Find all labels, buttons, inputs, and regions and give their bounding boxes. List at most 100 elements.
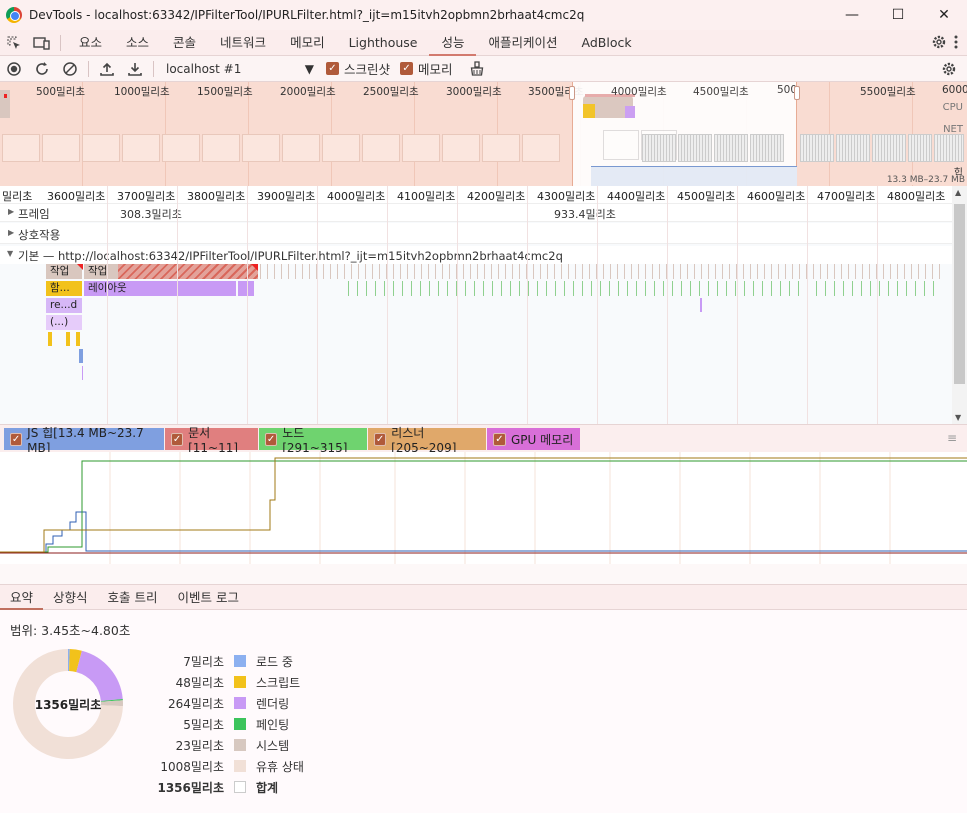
counter-gpu-memory[interactable]: ✓ GPU 메모리 <box>487 428 580 450</box>
tab-elements[interactable]: 요소 <box>67 30 114 56</box>
ruler-label: 4200밀리초 <box>467 190 526 203</box>
screenshot-thumbnail[interactable] <box>872 134 906 162</box>
clear-icon[interactable] <box>56 56 84 82</box>
screenshot-thumbnail[interactable] <box>122 134 160 162</box>
close-button[interactable]: ✕ <box>921 0 967 30</box>
expand-triangle-icon[interactable]: ▶ <box>8 228 14 237</box>
scrollbar-thumb[interactable] <box>954 204 965 384</box>
legend-value: 23밀리초 <box>175 738 224 753</box>
memory-checkbox[interactable]: ✓ 메모리 <box>400 59 453 78</box>
counter-nodes[interactable]: ✓ 노드[291~315] <box>259 426 367 455</box>
screenshot-thumbnail[interactable] <box>522 134 560 162</box>
counter-listeners[interactable]: ✓ 리스너[205~209] <box>368 426 486 455</box>
record-icon[interactable] <box>0 56 28 82</box>
capture-settings-gear-icon[interactable] <box>935 56 963 82</box>
download-profile-icon[interactable] <box>121 56 149 82</box>
screenshot-thumbnail[interactable] <box>442 134 480 162</box>
screenshot-thumbnail[interactable] <box>2 134 40 162</box>
overview-tick-label: 3000밀리초 <box>446 86 502 98</box>
screenshots-checkbox[interactable]: ✓ 스크린샷 <box>326 59 390 78</box>
render-slice[interactable] <box>82 366 83 380</box>
toolbar-divider <box>88 60 89 77</box>
tab-call-tree[interactable]: 호출 트리 <box>98 585 168 610</box>
tab-lighthouse[interactable]: Lighthouse <box>337 30 430 56</box>
screenshot-thumbnail[interactable] <box>162 134 200 162</box>
counter-js-heap[interactable]: ✓ JS 힙[13.4 MB~23.7 MB] <box>4 426 164 455</box>
maximize-button[interactable]: ☐ <box>875 0 921 30</box>
screenshot-thumbnail[interactable] <box>714 134 748 162</box>
function-call-block[interactable]: 함... <box>46 281 82 296</box>
collect-garbage-icon[interactable] <box>463 56 491 82</box>
tab-console[interactable]: 콘솔 <box>161 30 208 56</box>
screenshot-thumbnail[interactable] <box>402 134 440 162</box>
inspect-element-icon[interactable] <box>0 30 28 56</box>
legend-swatch <box>234 697 246 709</box>
main-thread-track[interactable]: ▼ 기본 — http://localhost:63342/IPFilterTo… <box>0 246 952 264</box>
script-slice[interactable] <box>66 332 70 346</box>
timeline-overview[interactable]: 500밀리초 1000밀리초 1500밀리초 2000밀리초 2500밀리초 3… <box>0 82 967 186</box>
legend-row: 7밀리초 로드 중 <box>140 651 293 671</box>
reload-record-icon[interactable] <box>28 56 56 82</box>
selection-left-handle[interactable] <box>569 86 575 100</box>
tab-bottom-up[interactable]: 상향식 <box>43 585 98 610</box>
legend-total-row: 1356밀리초 합계 <box>140 777 278 797</box>
heap-area <box>591 166 797 186</box>
tab-performance[interactable]: 성능 <box>429 30 477 56</box>
screenshot-thumbnail[interactable] <box>642 134 676 162</box>
frames-track[interactable]: ▶ 프레임 308.3밀리초 933.4밀리초 <box>0 204 952 222</box>
tab-memory[interactable]: 메모리 <box>278 30 337 56</box>
tab-adblock[interactable]: AdBlock <box>570 30 644 56</box>
legend-value: 1008밀리초 <box>160 759 224 774</box>
more-options-icon[interactable] <box>953 34 959 53</box>
screenshot-thumbnail[interactable] <box>42 134 80 162</box>
screenshot-thumbnail[interactable] <box>603 130 639 160</box>
screenshot-thumbnail[interactable] <box>836 134 870 162</box>
screenshot-thumbnail[interactable] <box>282 134 320 162</box>
layout-block[interactable] <box>238 281 254 296</box>
legend-swatch <box>234 676 246 688</box>
screenshot-thumbnail[interactable] <box>322 134 360 162</box>
recalc-style-block[interactable]: re...d <box>46 298 82 313</box>
scroll-down-arrow-icon[interactable]: ▼ <box>955 413 961 422</box>
tab-summary[interactable]: 요약 <box>0 585 44 610</box>
screenshot-thumbnail[interactable] <box>82 134 120 162</box>
task-block[interactable]: 작업 <box>84 264 118 279</box>
screenshot-thumbnail[interactable] <box>934 134 964 162</box>
scroll-up-arrow-icon[interactable]: ▲ <box>955 188 961 197</box>
interactions-track[interactable]: ▶ 상호작용 <box>0 223 952 244</box>
nodes-line <box>0 460 967 553</box>
long-task-striped[interactable] <box>118 264 258 279</box>
resize-handle-icon[interactable]: ≡ <box>947 431 957 445</box>
tracks-scrollbar[interactable]: ▲ ▼ <box>952 186 967 424</box>
minimize-button[interactable]: — <box>829 0 875 30</box>
screenshot-thumbnail[interactable] <box>750 134 784 162</box>
memory-graph[interactable] <box>0 452 967 564</box>
script-slice[interactable] <box>48 332 52 346</box>
screenshot-thumbnail[interactable] <box>202 134 240 162</box>
screenshot-thumbnail[interactable] <box>678 134 712 162</box>
tab-application[interactable]: 애플리케이션 <box>476 30 569 56</box>
screenshot-thumbnail[interactable] <box>800 134 834 162</box>
selection-right-handle[interactable] <box>794 86 800 100</box>
tab-sources[interactable]: 소스 <box>114 30 161 56</box>
ruler-label: 4500밀리초 <box>677 190 736 203</box>
script-slice[interactable] <box>76 332 80 346</box>
counter-documents[interactable]: ✓ 문서[11~11] <box>165 426 258 455</box>
screenshot-thumbnail[interactable] <box>362 134 400 162</box>
parse-slice[interactable] <box>79 349 83 363</box>
screenshot-thumbnail[interactable] <box>242 134 280 162</box>
settings-gear-icon[interactable] <box>931 34 947 53</box>
tab-network[interactable]: 네트워크 <box>208 30 278 56</box>
anonymous-call-block[interactable]: (...) <box>46 315 82 330</box>
target-select[interactable]: localhost #1 ▼ <box>158 59 318 79</box>
tab-event-log[interactable]: 이벤트 로그 <box>168 585 249 610</box>
expand-triangle-icon[interactable]: ▶ <box>8 207 14 216</box>
flame-chart[interactable]: ▶ 프레임 308.3밀리초 933.4밀리초 ▶ 상호작용 ▼ 기본 — ht… <box>0 204 952 424</box>
legend-name: 페인팅 <box>256 717 290 732</box>
collapse-triangle-icon[interactable]: ▼ <box>7 249 13 258</box>
device-toolbar-icon[interactable] <box>28 30 56 56</box>
upload-profile-icon[interactable] <box>93 56 121 82</box>
screenshot-thumbnail[interactable] <box>482 134 520 162</box>
screenshot-thumbnail[interactable] <box>908 134 932 162</box>
overview-tick-label: 5500밀리초 <box>860 86 916 98</box>
